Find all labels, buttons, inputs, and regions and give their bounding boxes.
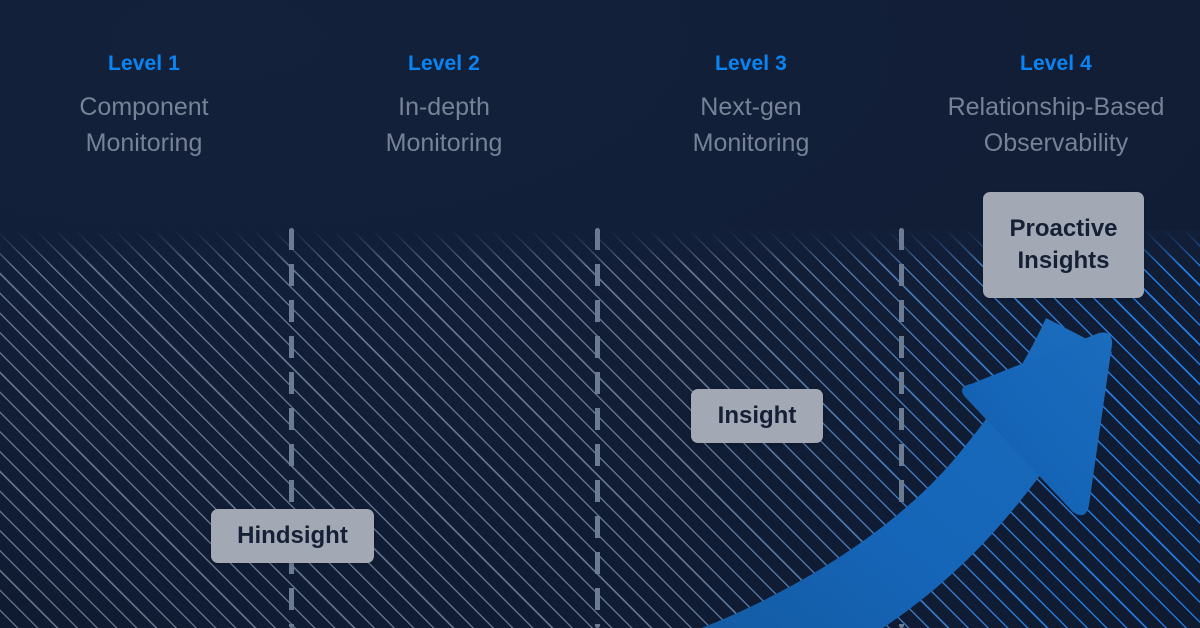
levels-header-row: Level 1 Component Monitoring Level 2 In-… xyxy=(0,0,1200,200)
callout-label: Hindsight xyxy=(237,522,348,549)
maturity-infographic: Level 1 Component Monitoring Level 2 In-… xyxy=(0,0,1200,628)
column-divider xyxy=(595,228,600,628)
column-header-level-4: Level 4 Relationship-Based Observability xyxy=(456,52,1200,162)
column-divider xyxy=(289,228,294,628)
level-title: Relationship-Based Observability xyxy=(947,93,1165,158)
level-tag: Level 4 xyxy=(1020,52,1092,75)
callout-label: Insight xyxy=(717,402,797,429)
callout-label: Proactive Insights xyxy=(1009,215,1118,274)
callout-hindsight: Hindsight xyxy=(211,509,374,563)
callout-proactive-insights: Proactive Insights xyxy=(983,192,1144,298)
column-divider xyxy=(899,228,904,628)
callout-insight: Insight xyxy=(691,389,823,443)
